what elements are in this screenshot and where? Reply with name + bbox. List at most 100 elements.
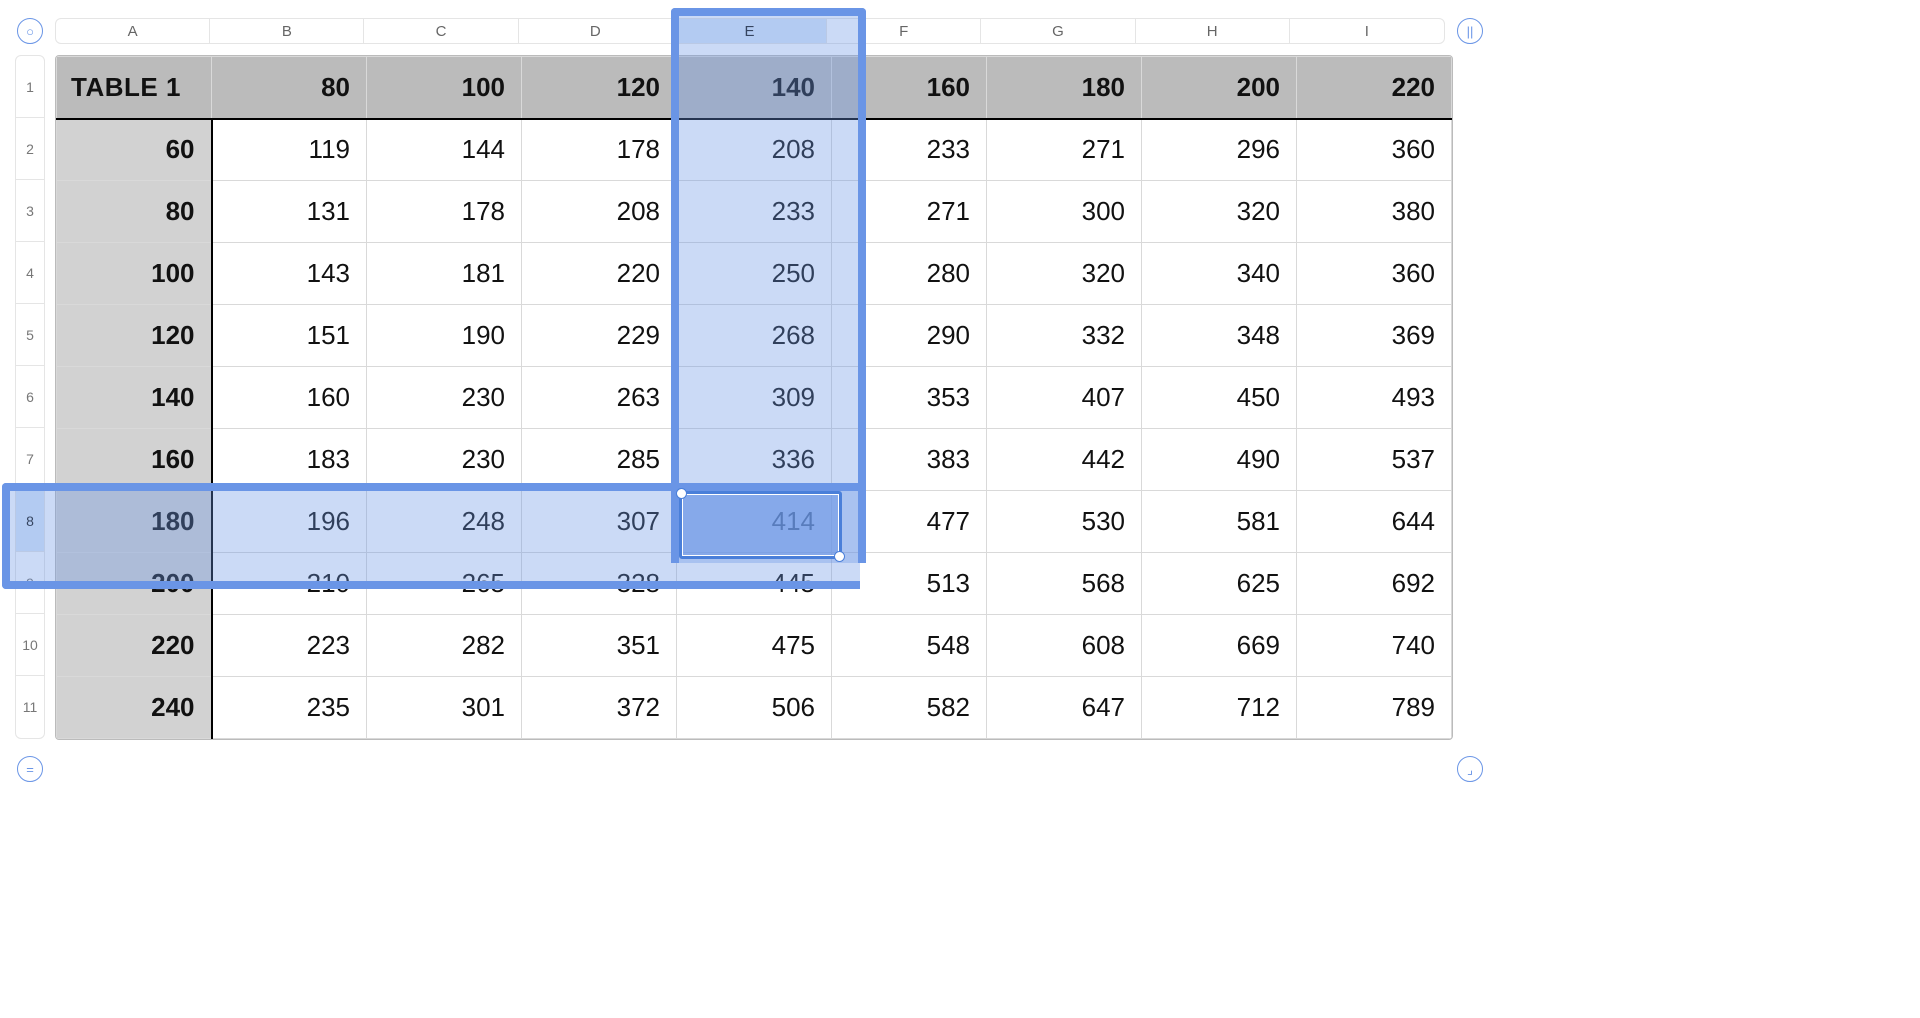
table-cell[interactable]: 183 (212, 429, 367, 491)
table-cell[interactable]: 143 (212, 243, 367, 305)
table-cell[interactable]: 320 (987, 243, 1142, 305)
column-header-A[interactable]: A (56, 19, 210, 43)
column-header-C[interactable]: C (364, 19, 518, 43)
table-cell[interactable]: 740 (1297, 615, 1452, 677)
table-cell[interactable]: 450 (1142, 367, 1297, 429)
table-cell[interactable]: 320 (1142, 181, 1297, 243)
table-col-header[interactable]: 100 (367, 57, 522, 119)
table-cell[interactable]: 119 (212, 119, 367, 181)
table-col-header[interactable]: 160 (832, 57, 987, 119)
table-cell[interactable]: 271 (832, 181, 987, 243)
table-cell[interactable]: 248 (367, 491, 522, 553)
table-cell[interactable]: 582 (832, 677, 987, 739)
table-cell[interactable]: 360 (1297, 243, 1452, 305)
table-cell[interactable]: 493 (1297, 367, 1452, 429)
table-cell[interactable]: 307 (522, 491, 677, 553)
row-header-10[interactable]: 10 (16, 614, 44, 676)
table-cell[interactable]: 196 (212, 491, 367, 553)
table-col-header[interactable]: 200 (1142, 57, 1297, 119)
table-cell[interactable]: 475 (677, 615, 832, 677)
table-cell[interactable]: 513 (832, 553, 987, 615)
table-cell[interactable]: 530 (987, 491, 1142, 553)
table-cell[interactable]: 144 (367, 119, 522, 181)
table-row-header[interactable]: 160 (57, 429, 212, 491)
table-cell[interactable]: 360 (1297, 119, 1452, 181)
table-cell[interactable]: 208 (677, 119, 832, 181)
table-cell[interactable]: 581 (1142, 491, 1297, 553)
corner-add-column-button[interactable]: || (1457, 18, 1483, 44)
table-cell[interactable]: 336 (677, 429, 832, 491)
row-header-7[interactable]: 7 (16, 428, 44, 490)
table-cell[interactable]: 506 (677, 677, 832, 739)
table-row-header[interactable]: 140 (57, 367, 212, 429)
table-cell[interactable]: 340 (1142, 243, 1297, 305)
table-cell[interactable]: 369 (1297, 305, 1452, 367)
table-cell[interactable]: 181 (367, 243, 522, 305)
table-row-header[interactable]: 100 (57, 243, 212, 305)
table-cell[interactable]: 160 (212, 367, 367, 429)
table-cell[interactable]: 647 (987, 677, 1142, 739)
column-header-G[interactable]: G (981, 19, 1135, 43)
table-cell[interactable]: 351 (522, 615, 677, 677)
table-cell[interactable]: 300 (987, 181, 1142, 243)
column-header-B[interactable]: B (210, 19, 364, 43)
table-col-header[interactable]: 140 (677, 57, 832, 119)
table-cell[interactable]: 268 (677, 305, 832, 367)
table-cell[interactable]: 282 (367, 615, 522, 677)
table-cell[interactable]: 537 (1297, 429, 1452, 491)
table-cell[interactable]: 644 (1297, 491, 1452, 553)
table-cell[interactable]: 131 (212, 181, 367, 243)
table-cell[interactable]: 271 (987, 119, 1142, 181)
table-cell[interactable]: 178 (522, 119, 677, 181)
column-header-F[interactable]: F (827, 19, 981, 43)
table-cell[interactable]: 229 (522, 305, 677, 367)
table-row-header[interactable]: 200 (57, 553, 212, 615)
table-cell[interactable]: 230 (367, 429, 522, 491)
table-title[interactable]: TABLE 1 (57, 57, 212, 119)
table-cell[interactable]: 210 (212, 553, 367, 615)
row-header-6[interactable]: 6 (16, 366, 44, 428)
table-cell[interactable]: 223 (212, 615, 367, 677)
table-cell[interactable]: 414 (677, 491, 832, 553)
table-row-header[interactable]: 80 (57, 181, 212, 243)
corner-resize-button[interactable]: ⌟ (1457, 756, 1483, 782)
table-cell[interactable]: 445 (677, 553, 832, 615)
table-cell[interactable]: 280 (832, 243, 987, 305)
column-header-I[interactable]: I (1290, 19, 1444, 43)
row-header-9[interactable]: 9 (16, 552, 44, 614)
table-cell[interactable]: 477 (832, 491, 987, 553)
table-cell[interactable]: 348 (1142, 305, 1297, 367)
corner-add-row-button[interactable]: = (17, 756, 43, 782)
table-cell[interactable]: 235 (212, 677, 367, 739)
row-header-8[interactable]: 8 (16, 490, 44, 552)
table-col-header[interactable]: 80 (212, 57, 367, 119)
table-row-header[interactable]: 60 (57, 119, 212, 181)
table-col-header[interactable]: 180 (987, 57, 1142, 119)
table-cell[interactable]: 178 (367, 181, 522, 243)
column-header-H[interactable]: H (1136, 19, 1290, 43)
table-cell[interactable]: 233 (677, 181, 832, 243)
table-cell[interactable]: 692 (1297, 553, 1452, 615)
row-number-strip[interactable]: 1234567891011 (15, 55, 45, 739)
table-cell[interactable]: 407 (987, 367, 1142, 429)
table-cell[interactable]: 548 (832, 615, 987, 677)
table-cell[interactable]: 625 (1142, 553, 1297, 615)
row-header-1[interactable]: 1 (16, 56, 44, 118)
table-cell[interactable]: 712 (1142, 677, 1297, 739)
table-cell[interactable]: 669 (1142, 615, 1297, 677)
row-header-3[interactable]: 3 (16, 180, 44, 242)
table-cell[interactable]: 151 (212, 305, 367, 367)
table-row-header[interactable]: 240 (57, 677, 212, 739)
table-cell[interactable]: 301 (367, 677, 522, 739)
table-row-header[interactable]: 120 (57, 305, 212, 367)
table-cell[interactable]: 208 (522, 181, 677, 243)
table-cell[interactable]: 190 (367, 305, 522, 367)
table-col-header[interactable]: 120 (522, 57, 677, 119)
table-cell[interactable]: 568 (987, 553, 1142, 615)
table-cell[interactable]: 296 (1142, 119, 1297, 181)
table-cell[interactable]: 285 (522, 429, 677, 491)
table-cell[interactable]: 265 (367, 553, 522, 615)
column-header-E[interactable]: E (673, 19, 827, 43)
table-cell[interactable]: 372 (522, 677, 677, 739)
table-cell[interactable]: 490 (1142, 429, 1297, 491)
